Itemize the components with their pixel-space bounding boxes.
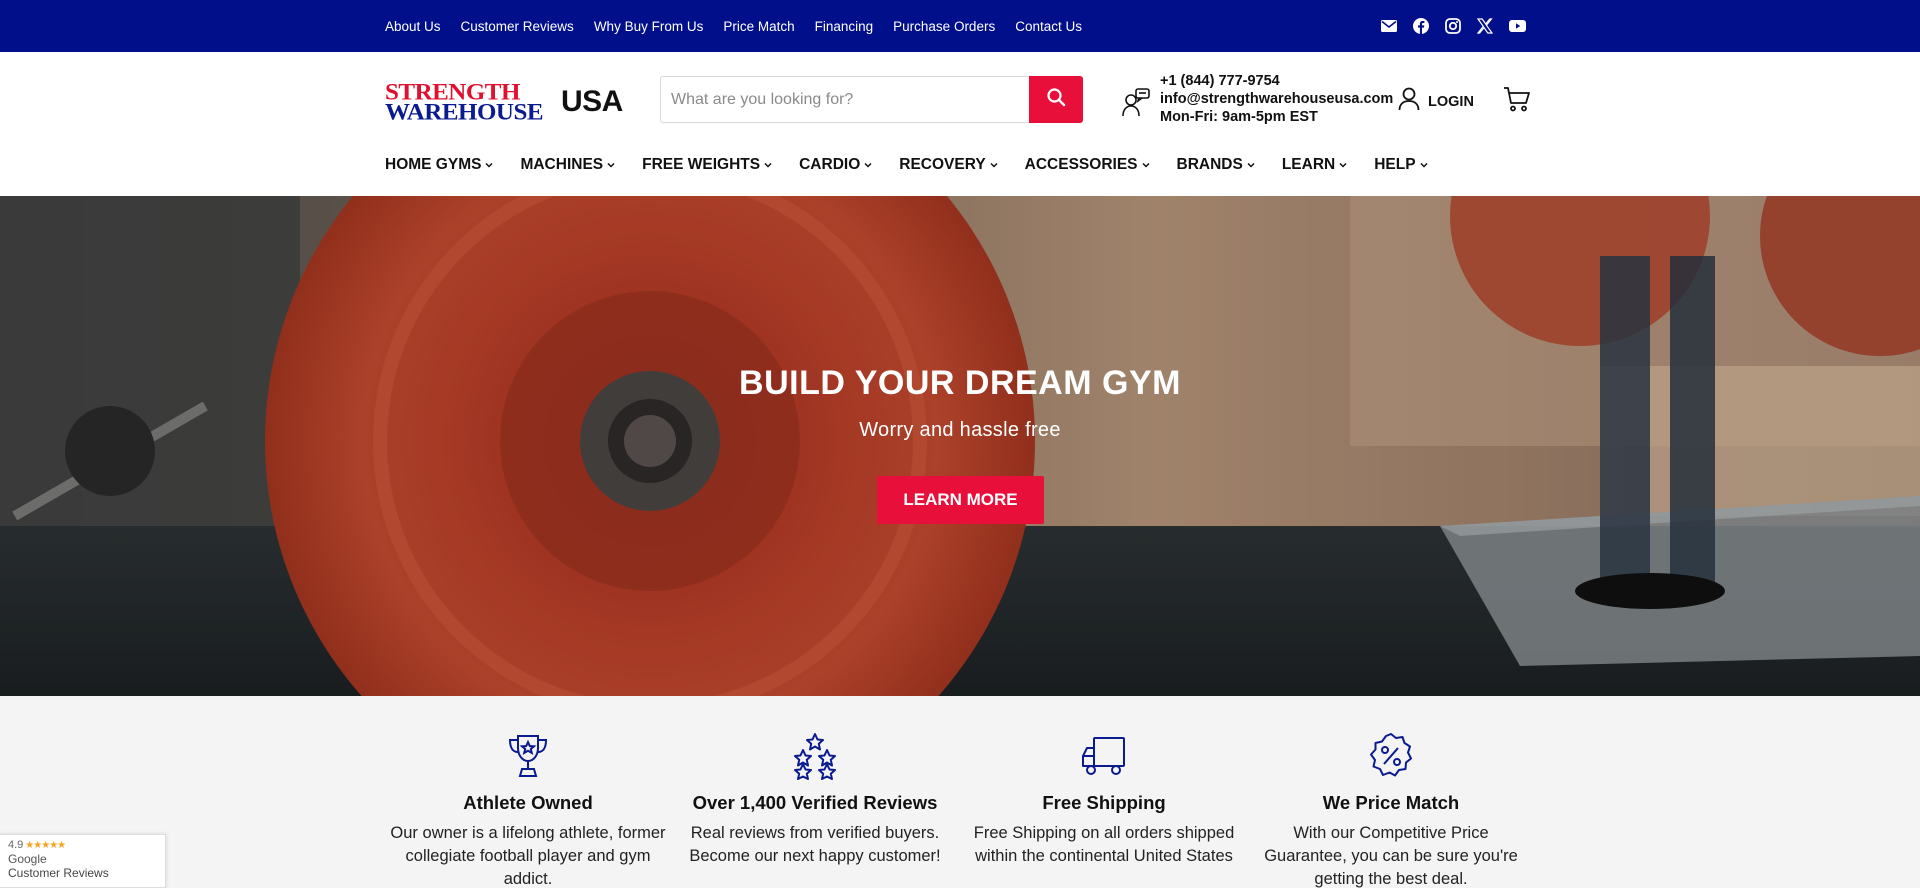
chevron-down-icon <box>1339 162 1347 168</box>
badge-stars: ★★★★★ <box>25 839 66 851</box>
top-links: About Us Customer Reviews Why Buy From U… <box>385 0 1082 52</box>
feature-athlete-owned: Athlete Owned Our owner is a lifelong at… <box>388 732 668 888</box>
x-icon[interactable] <box>1476 17 1494 35</box>
login-label: LOGIN <box>1428 93 1474 110</box>
feature-title: Free Shipping <box>1042 792 1166 813</box>
learn-more-button[interactable]: LEARN MORE <box>877 476 1044 524</box>
email-icon[interactable] <box>1380 17 1398 35</box>
nav-label: HOME GYMS <box>385 156 482 173</box>
top-link-contact-us[interactable]: Contact Us <box>1015 19 1082 34</box>
hero-title: BUILD YOUR DREAM GYM <box>739 364 1181 402</box>
nav-home-gyms[interactable]: HOME GYMS <box>385 156 493 174</box>
cart-icon <box>1503 87 1531 117</box>
badge-brand: Google <box>8 852 47 866</box>
hero-subtitle: Worry and hassle free <box>859 419 1061 441</box>
search-icon <box>1046 87 1066 112</box>
login-link[interactable]: LOGIN <box>1398 87 1474 116</box>
feature-text: Free Shipping on all orders shipped with… <box>973 824 1235 865</box>
feature-verified-reviews: Over 1,400 Verified Reviews Real reviews… <box>675 732 955 868</box>
google-reviews-badge[interactable]: 4.9 ★★★★★ Google Customer Reviews <box>0 834 166 888</box>
top-link-price-match[interactable]: Price Match <box>723 19 794 34</box>
feature-free-shipping: Free Shipping Free Shipping on all order… <box>964 732 1244 868</box>
badge-rating-row: 4.9 ★★★★★ <box>8 839 157 851</box>
site-header: STRENGTH WAREHOUSE USA +1 (844) 777-9754… <box>0 52 1920 196</box>
contact-hours: Mon-Fri: 9am-5pm EST <box>1160 109 1318 125</box>
hero-banner: BUILD YOUR DREAM GYM Worry and hassle fr… <box>0 196 1920 696</box>
nav-recovery[interactable]: RECOVERY <box>899 156 998 174</box>
nav-label: ACCESSORIES <box>1024 156 1138 173</box>
badge-label: Customer Reviews <box>8 866 109 880</box>
chevron-down-icon <box>864 162 872 168</box>
features-strip: Athlete Owned Our owner is a lifelong at… <box>0 696 1920 888</box>
nav-label: CARDIO <box>799 156 861 173</box>
search-button[interactable] <box>1029 76 1083 123</box>
feature-text: Real reviews from verified buyers. Becom… <box>689 824 941 865</box>
truck-icon <box>1082 737 1125 775</box>
instagram-icon[interactable] <box>1444 17 1462 35</box>
nav-label: RECOVERY <box>899 156 986 173</box>
youtube-icon[interactable] <box>1508 17 1526 35</box>
chevron-down-icon <box>1247 162 1255 168</box>
feature-title: Over 1,400 Verified Reviews <box>692 792 938 813</box>
top-link-financing[interactable]: Financing <box>815 19 874 34</box>
hero-background-image <box>0 196 1920 696</box>
logo-suffix: USA <box>561 85 623 118</box>
nav-label: BRANDS <box>1176 156 1243 173</box>
main-nav: HOME GYMS MACHINES FREE WEIGHTS CARDIO R… <box>385 156 1455 174</box>
user-icon <box>1398 87 1420 116</box>
nav-label: MACHINES <box>520 156 604 173</box>
nav-brands[interactable]: BRANDS <box>1177 156 1255 174</box>
feature-title: Athlete Owned <box>463 792 593 813</box>
site-logo[interactable]: STRENGTH WAREHOUSE USA <box>385 80 635 124</box>
support-agent-icon <box>1120 86 1152 118</box>
feature-title: We Price Match <box>1322 792 1460 813</box>
badge-rating: 4.9 <box>8 839 24 851</box>
top-utility-bar: About Us Customer Reviews Why Buy From U… <box>0 0 1920 52</box>
nav-help[interactable]: HELP <box>1374 156 1428 174</box>
nav-learn[interactable]: LEARN <box>1282 156 1347 174</box>
contact-phone[interactable]: +1 (844) 777-9754 <box>1160 72 1393 90</box>
percent-badge-icon <box>1370 733 1412 777</box>
cart-button[interactable] <box>1503 85 1531 113</box>
chevron-down-icon <box>1141 162 1150 168</box>
chevron-down-icon <box>764 162 772 168</box>
search-input[interactable] <box>661 77 1029 122</box>
chevron-down-icon <box>1420 162 1428 168</box>
stars-icon <box>794 733 836 780</box>
logo-line-2: WAREHOUSE <box>385 100 544 125</box>
top-link-why-buy-from-us[interactable]: Why Buy From Us <box>594 19 704 34</box>
search-bar <box>660 76 1083 123</box>
contact-email[interactable]: info@strengthwarehouseusa.com <box>1160 90 1393 108</box>
nav-label: HELP <box>1374 156 1416 173</box>
social-links <box>1380 0 1526 52</box>
nav-machines[interactable]: MACHINES <box>520 156 615 174</box>
top-link-purchase-orders[interactable]: Purchase Orders <box>893 19 995 34</box>
feature-text: Our owner is a lifelong athlete, former … <box>390 824 666 888</box>
chevron-down-icon <box>990 162 998 168</box>
chevron-down-icon <box>607 162 615 168</box>
contact-info: +1 (844) 777-9754 info@strengthwarehouse… <box>1160 72 1393 126</box>
top-link-about-us[interactable]: About Us <box>385 19 441 34</box>
facebook-icon[interactable] <box>1412 17 1430 35</box>
feature-price-match: We Price Match With our Competitive Pric… <box>1251 732 1531 888</box>
top-link-customer-reviews[interactable]: Customer Reviews <box>461 19 574 34</box>
nav-label: LEARN <box>1281 156 1336 173</box>
nav-accessories[interactable]: ACCESSORIES <box>1025 156 1150 174</box>
feature-text: With our Competitive Price Guarantee, yo… <box>1264 824 1518 888</box>
trophy-icon <box>508 735 548 777</box>
nav-free-weights[interactable]: FREE WEIGHTS <box>642 156 772 174</box>
nav-label: FREE WEIGHTS <box>642 156 761 173</box>
chevron-down-icon <box>485 162 493 168</box>
nav-cardio[interactable]: CARDIO <box>799 156 872 174</box>
